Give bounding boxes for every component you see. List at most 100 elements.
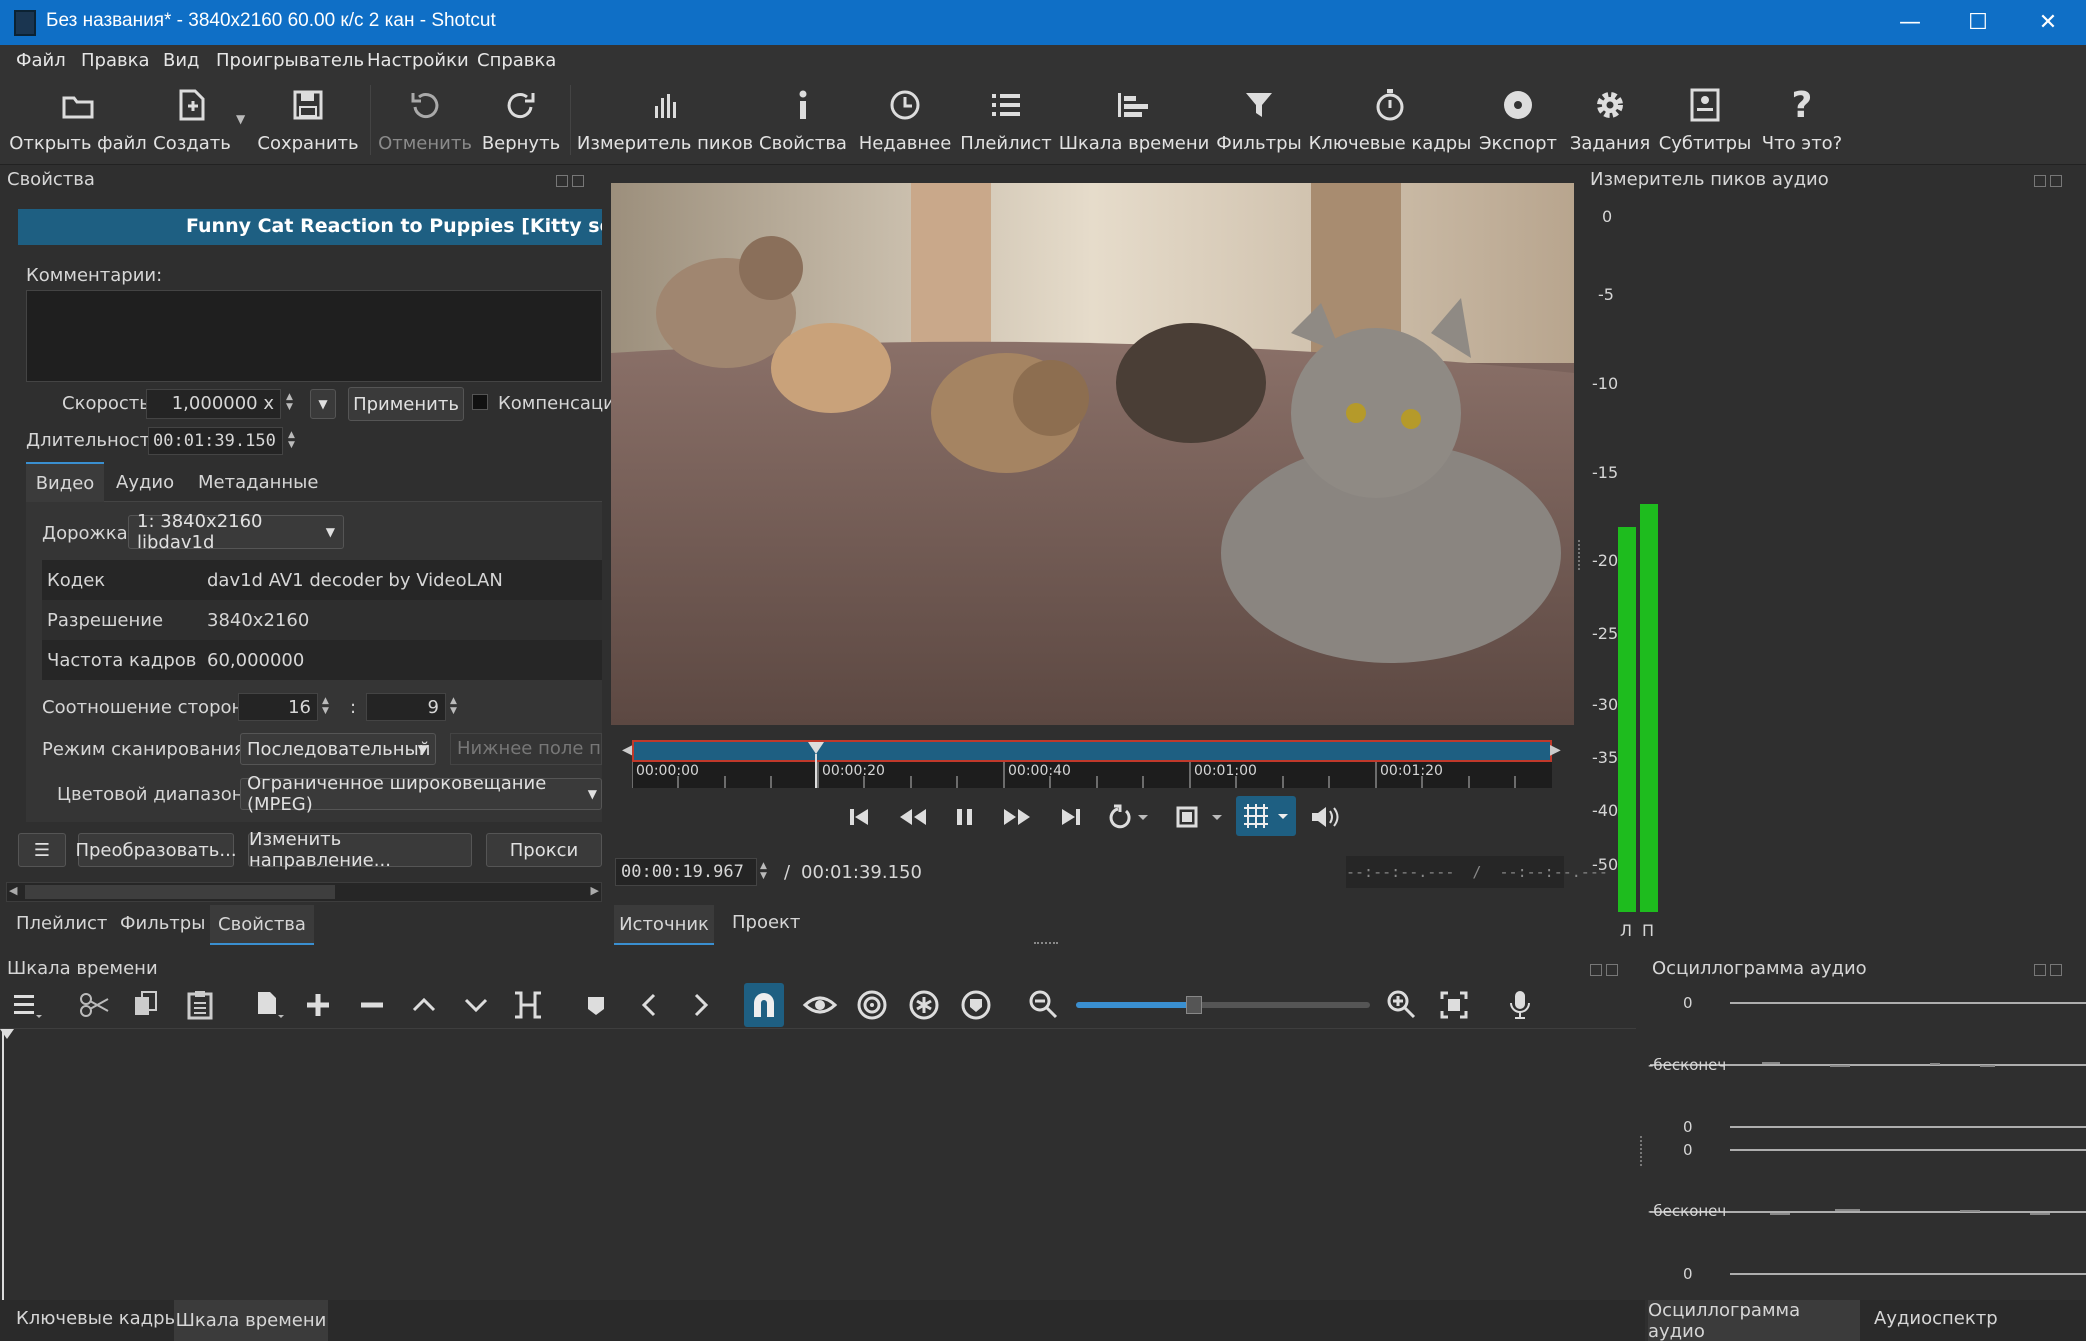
track-select[interactable]: 1: 3840x2160 libdav1d ▼ xyxy=(128,511,344,553)
comments-field[interactable] xyxy=(26,290,602,382)
tab-properties[interactable]: Свойства xyxy=(210,905,314,945)
speed-spinner[interactable]: ▲ ▼ xyxy=(286,392,300,412)
close-icon[interactable] xyxy=(572,175,584,187)
lift-icon[interactable] xyxy=(404,985,444,1025)
duration-spinner[interactable]: ▲ ▼ xyxy=(288,430,302,450)
video-preview[interactable] xyxy=(611,183,1574,725)
skip-to-start-icon[interactable] xyxy=(848,800,872,834)
color-range-select[interactable]: Ограниченное широковещание (MPEG) ▼ xyxy=(240,773,602,815)
aspect-width-spinner[interactable]: ▲ ▼ xyxy=(322,696,336,716)
minimize-button[interactable]: — xyxy=(1875,0,1945,45)
open-file-button[interactable]: Открыть файл xyxy=(9,85,147,161)
maximize-button[interactable]: ☐ xyxy=(1943,0,2013,45)
out-point-marker-icon[interactable]: ▶ xyxy=(1550,742,1561,758)
cut-icon[interactable] xyxy=(74,985,114,1025)
position-spinner[interactable]: ▲ ▼ xyxy=(760,861,774,881)
filters-button[interactable]: Фильтры xyxy=(1216,85,1302,161)
ripple-icon[interactable] xyxy=(852,985,892,1025)
timeline-tracks-area[interactable] xyxy=(0,1028,1636,1300)
create-button[interactable]: Создать xyxy=(152,85,232,161)
pause-icon[interactable] xyxy=(954,800,976,834)
scrub-eye-icon[interactable] xyxy=(800,985,840,1025)
timeline-zoom-slider[interactable] xyxy=(1076,996,1370,1014)
timeline-menu-icon[interactable] xyxy=(8,985,48,1025)
previous-marker-icon[interactable] xyxy=(630,985,670,1025)
float-icon[interactable] xyxy=(2034,964,2046,976)
jobs-button[interactable]: Задания xyxy=(1570,85,1650,161)
export-button[interactable]: Экспорт xyxy=(1478,85,1558,161)
tab-video[interactable]: Видео xyxy=(26,462,104,502)
properties-dock-buttons[interactable] xyxy=(552,171,586,187)
overwrite-icon[interactable] xyxy=(456,985,496,1025)
zoom-out-icon[interactable] xyxy=(1024,985,1064,1025)
field-order-select[interactable]: Нижнее поле пер xyxy=(450,733,602,765)
menu-file[interactable]: Файл xyxy=(16,50,66,71)
splitter-handle[interactable] xyxy=(1034,942,1058,946)
tab-project[interactable]: Проект xyxy=(732,912,800,933)
close-icon[interactable] xyxy=(2050,175,2062,187)
undo-button[interactable]: Отменить xyxy=(378,85,472,161)
remove-icon[interactable] xyxy=(352,985,392,1025)
paste-icon[interactable] xyxy=(180,985,220,1025)
waveform-dock-buttons[interactable] xyxy=(2030,960,2064,976)
close-icon[interactable] xyxy=(2050,964,2062,976)
timeline-playhead[interactable] xyxy=(2,1029,4,1300)
grid-toggle-button[interactable] xyxy=(1236,796,1296,836)
reverse-button[interactable]: Изменить направление... xyxy=(248,829,472,871)
tab-keyframes[interactable]: Ключевые кадры xyxy=(16,1308,179,1329)
scroll-left-icon[interactable]: ◀ xyxy=(9,884,17,897)
convert-button[interactable]: Преобразовать... xyxy=(75,833,237,867)
record-audio-icon[interactable] xyxy=(1500,985,1540,1025)
add-icon[interactable] xyxy=(298,985,338,1025)
snap-toggle-icon[interactable] xyxy=(744,983,784,1027)
menu-player[interactable]: Проигрыватель xyxy=(216,50,364,71)
player-playhead[interactable] xyxy=(806,742,826,788)
horizontal-scrollbar[interactable]: ◀ ▶ xyxy=(6,882,602,902)
menu-view[interactable]: Вид xyxy=(163,50,200,71)
playlist-button[interactable]: Плейлист xyxy=(960,85,1052,161)
peak-meter-button[interactable]: Измеритель пиков xyxy=(577,85,753,161)
tab-filters[interactable]: Фильтры xyxy=(120,913,205,934)
duration-input[interactable]: 00:01:39.150 xyxy=(148,427,283,455)
speed-preset-dropdown[interactable]: ▼ xyxy=(310,389,336,419)
timeline-button[interactable]: Шкала времени xyxy=(1059,85,1209,161)
zoom-in-icon[interactable] xyxy=(1382,985,1422,1025)
append-icon[interactable] xyxy=(248,985,288,1025)
zoom-slider-thumb[interactable] xyxy=(1185,996,1202,1014)
close-icon[interactable] xyxy=(1606,964,1618,976)
properties-button[interactable]: Свойства xyxy=(759,85,847,161)
tab-metadata[interactable]: Метаданные xyxy=(198,472,318,493)
scrollbar-thumb[interactable] xyxy=(25,885,335,899)
apply-button[interactable]: Применить xyxy=(348,387,464,421)
whats-this-button[interactable]: ? Что это? xyxy=(1762,85,1843,161)
tab-audio[interactable]: Аудио xyxy=(116,472,174,493)
aspect-height-input[interactable]: 9 xyxy=(366,693,446,721)
properties-menu-button[interactable]: ☰ xyxy=(18,833,66,867)
recent-button[interactable]: Недавнее xyxy=(859,85,951,161)
aspect-height-spinner[interactable]: ▲ ▼ xyxy=(450,696,464,716)
keyframes-button[interactable]: Ключевые кадры xyxy=(1309,85,1471,161)
aspect-width-input[interactable]: 16 xyxy=(238,693,318,721)
splitter-handle[interactable] xyxy=(1578,540,1581,570)
tab-source[interactable]: Источник xyxy=(614,905,714,945)
split-icon[interactable] xyxy=(508,985,548,1025)
scan-mode-select[interactable]: Последовательный ▼ xyxy=(240,733,436,765)
marker-icon[interactable] xyxy=(576,985,616,1025)
proxy-button[interactable]: Прокси xyxy=(486,833,602,867)
rewind-icon[interactable] xyxy=(898,800,928,834)
peak-meter-dock-buttons[interactable] xyxy=(2030,171,2064,187)
redo-button[interactable]: Вернуть xyxy=(482,85,560,161)
splitter-handle[interactable] xyxy=(1640,1136,1643,1166)
subtitles-button[interactable]: Субтитры xyxy=(1659,85,1751,161)
tab-audio-waveform[interactable]: Осциллограмма аудио xyxy=(1648,1300,1860,1341)
ripple-markers-icon[interactable] xyxy=(956,985,996,1025)
speed-input[interactable]: 1,000000 x xyxy=(146,389,281,419)
next-marker-icon[interactable] xyxy=(680,985,720,1025)
compensate-checkbox[interactable] xyxy=(472,394,488,410)
ripple-all-tracks-icon[interactable] xyxy=(904,985,944,1025)
tab-audio-spectrum[interactable]: Аудиоспектр xyxy=(1874,1308,1998,1329)
scroll-right-icon[interactable]: ▶ xyxy=(591,884,599,897)
tab-timeline[interactable]: Шкала времени xyxy=(174,1300,328,1341)
player-scrub-range[interactable] xyxy=(632,740,1552,762)
create-dropdown-icon[interactable]: ▼ xyxy=(236,112,245,126)
